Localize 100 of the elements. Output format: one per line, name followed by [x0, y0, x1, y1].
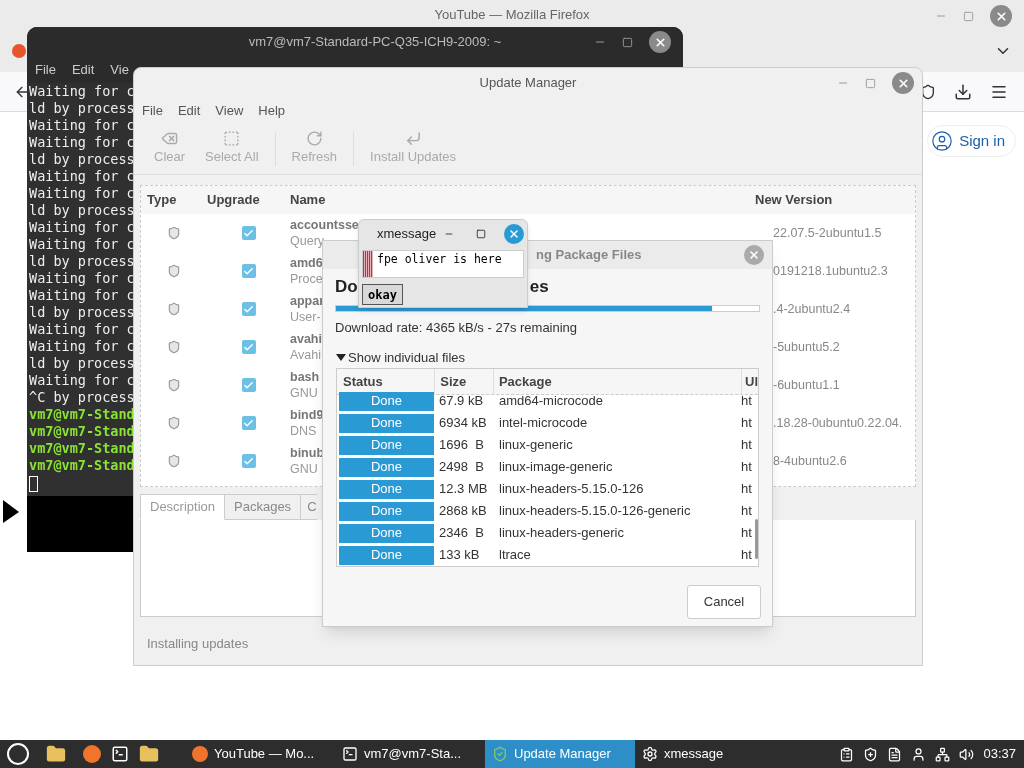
upgrade-checkbox[interactable]	[241, 378, 256, 392]
shield-icon	[167, 226, 181, 240]
close-icon	[653, 35, 667, 49]
terminal-line: vm7@vm7-Stand	[29, 457, 135, 474]
volume-icon[interactable]	[959, 746, 975, 762]
shield-icon	[492, 746, 508, 762]
terminal-line: ld by process	[29, 202, 135, 219]
scrollbar	[755, 519, 758, 559]
shield-icon	[167, 378, 181, 392]
taskbar-task[interactable]: xmessage	[635, 740, 785, 768]
browser-logo-icon[interactable]	[83, 745, 101, 763]
terminal-line: Waiting for c	[29, 185, 135, 202]
terminal-line: vm7@vm7-Stand	[29, 423, 135, 440]
package-description: GNU	[290, 385, 318, 401]
message-text: fpe oliver is here	[377, 251, 502, 268]
scrollbar	[363, 251, 373, 277]
terminal-line: Waiting for c	[29, 168, 135, 185]
browser-logo-icon	[12, 44, 26, 58]
shield-icon[interactable]	[863, 746, 879, 762]
taskbar-task[interactable]: YouTube — Mo...	[185, 740, 335, 768]
terminal-line: ld by process	[29, 253, 135, 270]
okay-button[interactable]: okay	[362, 284, 403, 305]
shield-icon	[167, 416, 181, 430]
taskbar-task[interactable]: vm7@vm7-Sta...	[335, 740, 485, 768]
terminal-line: Waiting for c	[29, 83, 135, 100]
package-description: Query	[290, 233, 325, 249]
terminal-line: Waiting for c	[29, 236, 135, 253]
url-cell-text: ht	[740, 524, 752, 543]
menu-item[interactable]: Edit	[177, 100, 201, 121]
package-name: bind9	[290, 407, 324, 423]
status-cell: Done	[339, 479, 434, 499]
upgrade-checkbox[interactable]	[241, 454, 256, 468]
menu-item[interactable]: File	[142, 100, 163, 121]
maximize-button[interactable]	[476, 229, 487, 239]
downloads-button[interactable]	[954, 82, 972, 101]
upgrade-checkbox[interactable]	[241, 340, 256, 354]
menu-item[interactable]: Edit	[71, 60, 95, 80]
sign-in-button[interactable]: Sign in	[927, 125, 1016, 157]
network-icon[interactable]	[935, 746, 951, 762]
clock: 03:37	[983, 745, 1016, 764]
upgrade-checkbox[interactable]	[241, 416, 256, 430]
package-name: bash	[290, 369, 320, 385]
column-header: Package	[493, 369, 742, 394]
version-text: 22.07.5-2ubuntu1.5	[773, 225, 882, 241]
package-name: accountsse	[290, 217, 359, 233]
menu-item[interactable]: File	[35, 60, 56, 80]
mouse-pointer-icon	[3, 500, 20, 524]
terminal-line: ld by process	[29, 304, 135, 321]
document-icon[interactable]	[887, 746, 903, 762]
terminal-icon[interactable]	[111, 745, 129, 763]
user-icon[interactable]	[911, 746, 927, 762]
shield-icon	[167, 454, 181, 468]
expander[interactable]: Show individual files	[336, 347, 466, 367]
maximize-button[interactable]	[622, 36, 633, 48]
terminal-line: Waiting for c	[29, 219, 135, 236]
url-cell-text: ht	[740, 458, 752, 477]
terminal-line: vm7@vm7-Stand	[29, 406, 135, 423]
package-name: appar	[290, 293, 325, 309]
menu-item[interactable]: Help	[258, 100, 286, 121]
download-rate: Download rate: 4365 kB/s - 27s remaining	[335, 319, 579, 337]
upgrade-checkbox[interactable]	[241, 226, 256, 240]
size-cell-text: 2346 B	[438, 524, 485, 543]
shield-icon	[167, 264, 181, 278]
folder-icon[interactable]	[46, 744, 66, 764]
status-cell: Done	[339, 501, 434, 521]
size-cell-text: 6934 kB	[438, 414, 488, 433]
size-cell-text: 12.3 MB	[438, 480, 489, 499]
close-button[interactable]	[649, 31, 671, 53]
close-icon	[508, 228, 521, 240]
column-header: Ul	[744, 372, 758, 391]
return-arrow-icon	[404, 130, 422, 148]
url-cell-text: ht	[740, 546, 752, 565]
terminal-line: ^C by process	[29, 389, 135, 406]
package-name: avahi	[290, 331, 322, 347]
terminal-line: Waiting for c	[29, 321, 135, 338]
menu-item[interactable]: Vie	[110, 60, 129, 80]
cancel-button[interactable]: Cancel	[687, 585, 761, 619]
window-title: xmessage	[377, 225, 437, 244]
window-title: YouTube — Mozilla Firefox	[434, 6, 590, 25]
terminal-line: ld by process	[29, 355, 135, 372]
terminal-line: Waiting for c	[29, 338, 135, 355]
terminal-icon	[342, 746, 358, 762]
dialog-heading: es	[529, 276, 549, 299]
upgrade-checkbox[interactable]	[241, 264, 256, 278]
terminal-line: Waiting for c	[29, 134, 135, 151]
upgrade-checkbox[interactable]	[241, 302, 256, 316]
text-cursor	[29, 476, 38, 492]
url-cell-text: ht	[740, 436, 752, 455]
menu-item[interactable]: View	[215, 100, 244, 121]
terminal-line: Waiting for c	[29, 372, 135, 389]
clipboard-icon[interactable]	[839, 746, 855, 762]
package-description: GNU	[290, 461, 318, 477]
folder-icon[interactable]	[139, 744, 159, 764]
window-title: vm7@vm7-Standard-PC-Q35-ICH9-2009: ~	[248, 33, 502, 52]
menu-button[interactable]	[7, 743, 29, 765]
size-cell-text: 133 kB	[438, 546, 481, 565]
terminal-line: vm7@vm7-Stand	[29, 440, 135, 457]
taskbar-task[interactable]: Update Manager	[485, 740, 635, 768]
size-cell-text: 2498 B	[438, 458, 485, 477]
url-cell-text: ht	[740, 414, 752, 433]
